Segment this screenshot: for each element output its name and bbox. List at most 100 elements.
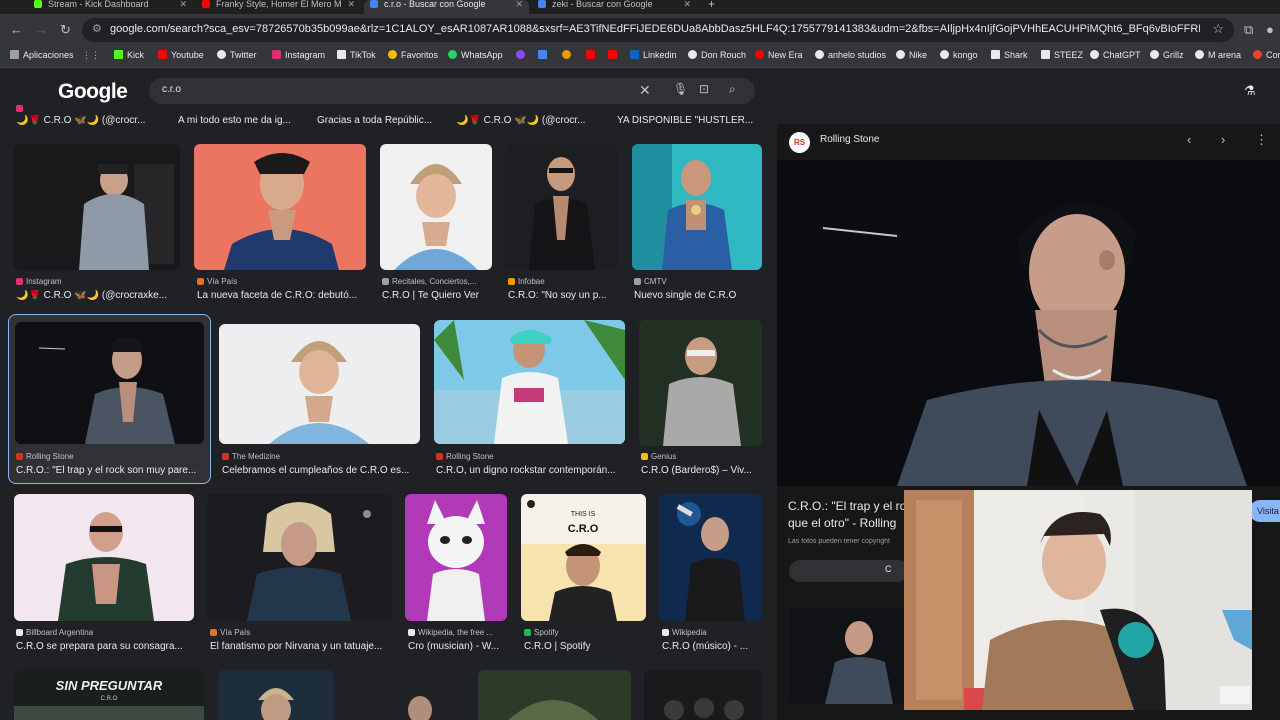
result-image[interactable] [219, 324, 420, 444]
result-image[interactable] [218, 670, 334, 720]
lens-icon[interactable]: ⊡ [699, 82, 709, 96]
bookmark-star-icon[interactable]: ☆ [1212, 21, 1224, 37]
bookmark-steez[interactable]: STEEZ [1041, 50, 1083, 60]
result-image[interactable] [207, 494, 392, 621]
previous-arrow-icon[interactable]: ‹ [1187, 132, 1191, 147]
close-icon[interactable]: ✕ [515, 0, 523, 9]
bookmark-instagram[interactable]: Instagram [272, 50, 325, 60]
bookmark-m-arena[interactable]: M arena [1195, 50, 1241, 60]
clear-icon[interactable]: ✕ [639, 82, 651, 99]
omnibox[interactable]: ⚙ google.com/search?sca_esv=78726570b35b… [82, 18, 1234, 42]
reload-icon[interactable]: ↻ [60, 22, 71, 38]
preview-source-name[interactable]: Rolling Stone [820, 134, 879, 145]
bookmark-twitter[interactable]: Twitter [217, 50, 257, 60]
profile-icon[interactable]: ● [1266, 22, 1274, 37]
bookmark-grillz[interactable]: Grillz [1150, 50, 1184, 60]
forward-icon[interactable]: → [35, 22, 48, 37]
extensions-icon[interactable]: ⧉ [1244, 22, 1253, 38]
tab-zeki-search[interactable]: zeki - Buscar con Google ✕ [532, 0, 697, 14]
result-caption[interactable]: 🌙🌹 C.R.O 🦋🌙 (@crocr... [16, 115, 176, 126]
bookmark-don-rouch[interactable]: Don Rouch [688, 50, 746, 60]
result-caption[interactable]: Cro (musician) - W... [408, 641, 512, 652]
tab-kick[interactable]: Stream - Kick Dashboard ✕ [28, 0, 193, 14]
close-icon[interactable]: ✕ [179, 0, 187, 9]
bookmark-kick[interactable]: Kick [114, 50, 144, 60]
more-options-icon[interactable]: ⋮ [1255, 132, 1268, 148]
search-input[interactable]: c.r.o [162, 84, 181, 95]
result-caption[interactable]: C.R.O | Spotify [524, 641, 648, 652]
bookmark-new-era[interactable]: New Era [755, 50, 803, 60]
result-caption[interactable]: C.R.O.: "El trap y el rock son muy pare.… [16, 465, 206, 476]
bookmark-shark[interactable]: Shark [991, 50, 1028, 60]
tab-cro-search[interactable]: c.r.o - Buscar con Google ✕ [364, 0, 529, 14]
result-image[interactable] [346, 670, 464, 720]
result-image[interactable] [644, 670, 762, 720]
search-box[interactable]: c.r.o ✕ 🎙 ⊡ ⌕ [149, 78, 755, 104]
bookmark-tiktok[interactable]: TikTok [337, 50, 376, 60]
bookmark-nike[interactable]: Nike [896, 50, 927, 60]
search-icon[interactable]: ⌕ [729, 82, 736, 97]
microphone-icon[interactable]: 🎙 [673, 82, 688, 96]
result-caption[interactable]: YA DISPONIBLE "HUSTLER... [617, 115, 762, 126]
result-image[interactable] [632, 144, 762, 270]
result-caption[interactable]: C.R.O | Te Quiero Ver [382, 290, 502, 301]
result-caption[interactable]: C.R.O se prepara para su consagra... [16, 641, 196, 652]
close-icon[interactable]: ✕ [347, 0, 355, 9]
apps-grid-icon[interactable]: ⋮⋮ [82, 50, 100, 61]
result-caption[interactable]: 🌙🌹 C.R.O 🦋🌙 (@crocraxke... [16, 290, 182, 301]
result-image[interactable] [14, 144, 180, 270]
result-caption[interactable]: C.R.O, un digno rockstar contemporán... [436, 465, 626, 476]
result-caption[interactable]: El fanatismo por Nirvana y un tatuaje... [210, 641, 392, 652]
bookmark-apps[interactable]: Aplicaciones [10, 50, 74, 60]
visit-button[interactable]: Visita [1249, 500, 1280, 522]
result-image[interactable] [434, 320, 625, 444]
close-icon[interactable]: ✕ [683, 0, 691, 9]
result-image[interactable] [194, 144, 366, 270]
result-caption[interactable]: 🌙🌹 C.R.O 🦋🌙 (@crocr... [456, 115, 596, 126]
site-info-icon[interactable]: ⚙ [92, 22, 102, 35]
bookmark-youtube[interactable]: Youtube [158, 50, 204, 60]
bookmark-favoritos[interactable]: Favoritos [388, 50, 438, 60]
bookmark-com[interactable]: Com [1253, 50, 1280, 60]
bookmark-kongo[interactable]: kongo [940, 50, 978, 60]
preview-title[interactable]: C.R.O.: "El trap y el ro que el otro" - … [788, 498, 908, 532]
tab-youtube[interactable]: Franky Style, Homer El Mero M ✕ [196, 0, 361, 14]
result-image[interactable] [405, 494, 507, 621]
result-caption[interactable]: La nueva faceta de C.R.O: debutó... [197, 290, 367, 301]
share-button[interactable]: C [789, 560, 909, 582]
back-icon[interactable]: ← [10, 22, 23, 37]
result-caption[interactable]: C.R.O (músico) - ... [662, 641, 762, 652]
bookmark-shortcut-1[interactable] [516, 50, 529, 60]
result-caption[interactable]: C.R.O (Bardero$) – Viv... [641, 465, 765, 476]
result-image[interactable] [380, 144, 492, 270]
result-image-selected[interactable] [15, 322, 204, 444]
result-caption[interactable]: Gracias a toda Repúblic... [317, 115, 447, 126]
result-caption[interactable]: Celebramos el cumpleaños de C.R.O es... [222, 465, 418, 476]
result-caption[interactable]: Nuevo single de C.R.O [634, 290, 764, 301]
result-image[interactable]: THIS IS C.R.O [521, 494, 646, 621]
bookmark-whatsapp[interactable]: WhatsApp [448, 50, 503, 60]
instagram-icon [272, 50, 281, 59]
labs-flask-icon[interactable]: ⚗ [1244, 83, 1256, 99]
bookmark-shortcut-5[interactable] [608, 50, 621, 60]
bookmark-shortcut-3[interactable] [562, 50, 575, 60]
next-arrow-icon[interactable]: › [1221, 132, 1225, 147]
result-caption[interactable]: A mi todo esto me da ig... [178, 115, 308, 126]
result-image[interactable]: SIN PREGUNTAR C.R.O [14, 670, 204, 720]
bookmark-shortcut-4[interactable] [586, 50, 599, 60]
related-image[interactable] [789, 608, 905, 704]
result-image[interactable] [639, 320, 762, 446]
x-icon [217, 50, 226, 59]
result-caption[interactable]: C.R.O: "No soy un p... [508, 290, 623, 301]
result-image[interactable] [478, 670, 631, 720]
result-image[interactable] [505, 144, 618, 270]
new-tab-button[interactable]: + [702, 0, 722, 14]
bookmark-linkedin[interactable]: Linkedin [630, 50, 677, 60]
bookmark-chatgpt[interactable]: ChatGPT [1090, 50, 1141, 60]
google-logo[interactable]: Google [58, 80, 128, 104]
bookmark-anhelo[interactable]: anhelo studios [815, 50, 886, 60]
bookmark-shortcut-2[interactable] [538, 50, 551, 60]
preview-image[interactable]: ⊙ [777, 160, 1280, 486]
result-image[interactable] [659, 494, 762, 621]
result-image[interactable] [14, 494, 194, 621]
